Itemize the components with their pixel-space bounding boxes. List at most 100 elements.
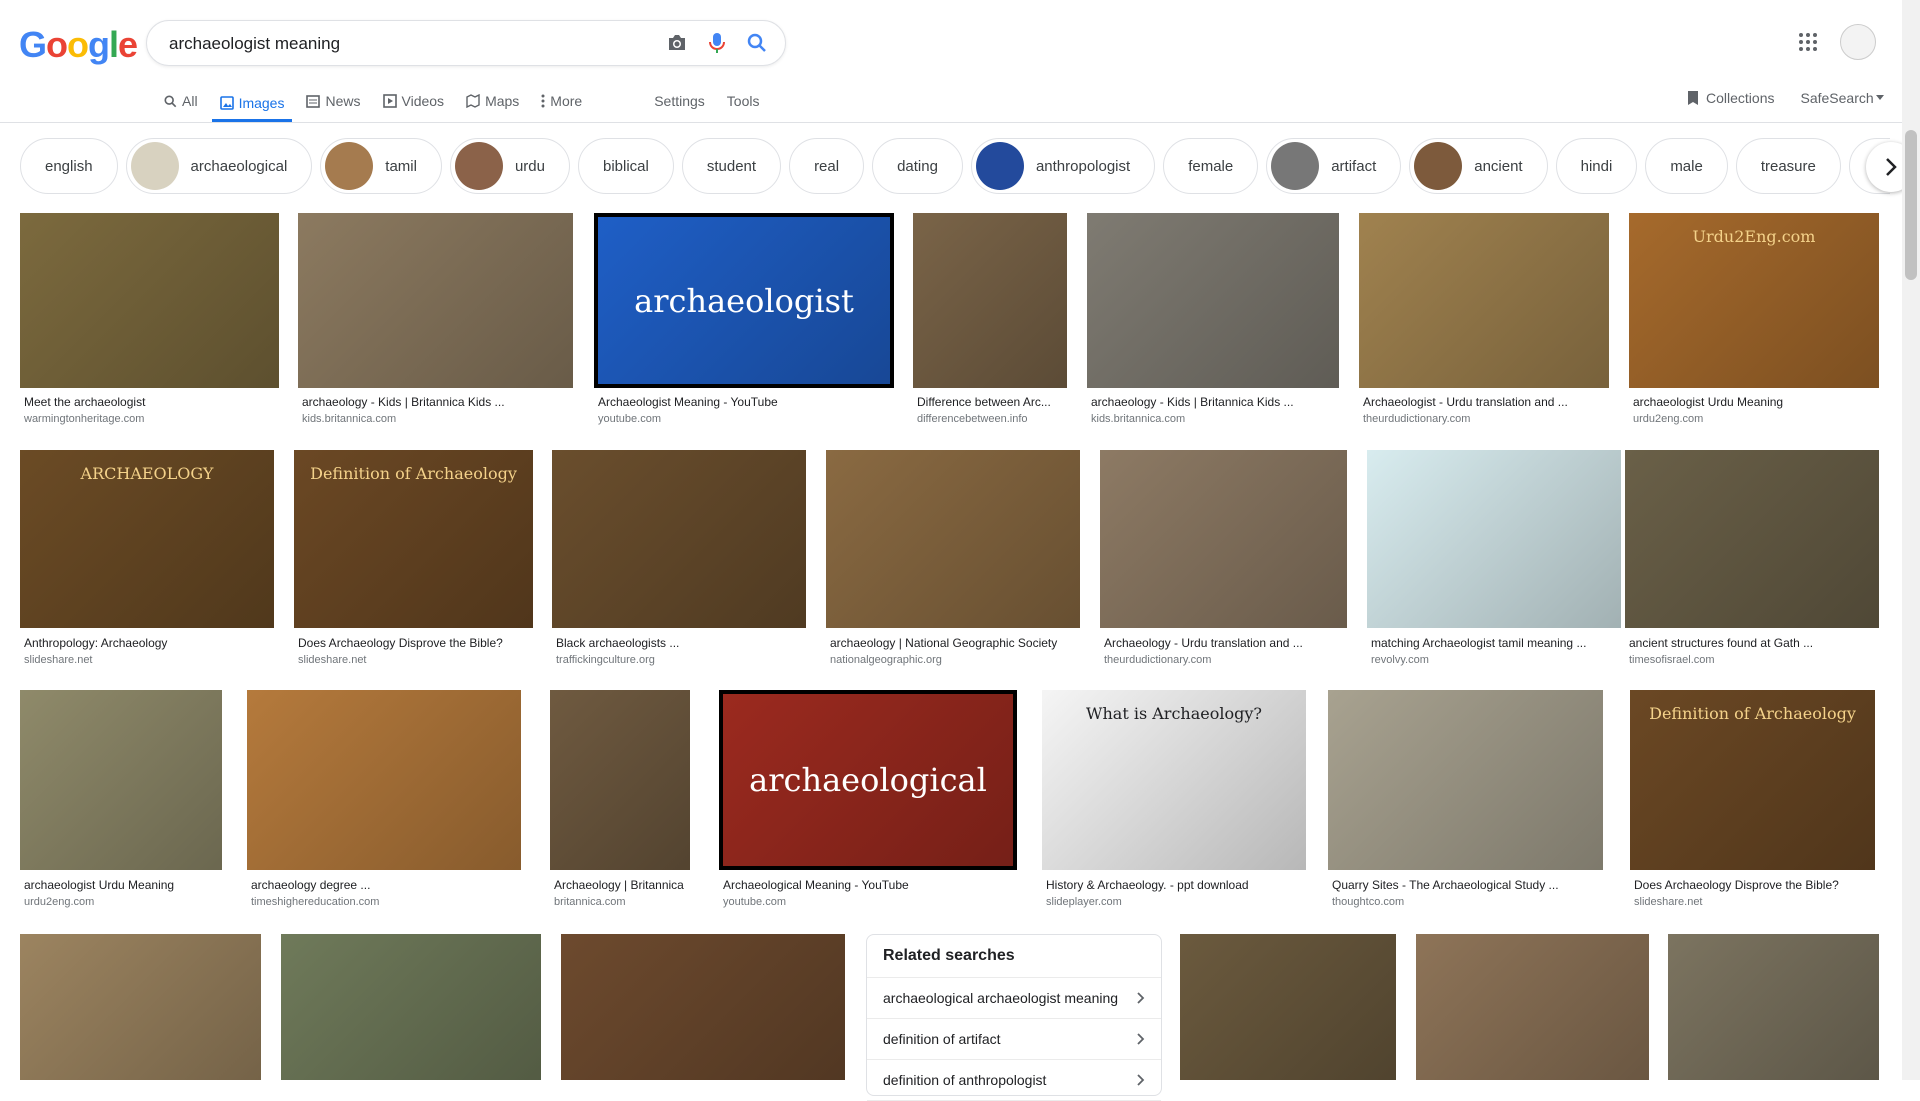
result-thumbnail[interactable]: ARCHAEOLOGY [20,450,274,628]
result-title[interactable]: Archaeology | Britannica [554,878,688,892]
result-source[interactable]: timeshighereducation.com [251,896,379,908]
result-source[interactable]: youtube.com [598,413,661,425]
result-thumbnail[interactable]: archaeological [719,690,1017,870]
image-result[interactable] [561,934,845,1080]
image-result[interactable]: archaeologist Urdu Meaning urdu2eng.com [20,690,222,912]
result-source[interactable]: timesofisrael.com [1629,654,1715,666]
image-result[interactable]: Meet the archaeologist warmingtonheritage… [20,213,279,429]
image-result[interactable]: Definition of Archaeology Does Archaeolog… [1630,690,1875,912]
result-thumbnail[interactable] [1625,450,1879,628]
result-source[interactable]: slideshare.net [1634,896,1703,908]
image-result[interactable]: Quarry Sites - The Archaeological Study … [1328,690,1603,912]
tab-images[interactable]: Images [211,86,293,122]
search-input[interactable] [167,21,631,67]
result-title[interactable]: ancient structures found at Gath ... [1629,636,1877,650]
result-title[interactable]: Archaeologist - Urdu translation and ... [1363,395,1607,409]
chip-real[interactable]: real [789,138,865,194]
result-thumbnail[interactable] [1328,690,1603,870]
result-thumbnail[interactable] [552,450,806,628]
chip-dating[interactable]: dating [872,138,963,194]
result-source[interactable]: slideshare.net [24,654,93,666]
result-thumbnail[interactable] [1668,934,1879,1080]
apps-grid-icon[interactable] [1796,30,1820,54]
result-source[interactable]: theurdudictionary.com [1363,413,1470,425]
image-result[interactable]: archaeology - Kids | Britannica Kids ...… [1087,213,1339,429]
related-search-item[interactable]: archaeological archaeologist meaning [867,978,1161,1019]
chip-anthropologist[interactable]: anthropologist [970,138,1156,194]
result-title[interactable]: archaeologist Urdu Meaning [1633,395,1877,409]
result-title[interactable]: Meet the archaeologist [24,395,277,409]
image-result[interactable]: Definition of Archaeology Does Archaeolog… [294,450,533,670]
result-thumbnail[interactable] [1100,450,1347,628]
result-source[interactable]: slideplayer.com [1046,896,1122,908]
result-thumbnail[interactable] [20,690,222,870]
result-title[interactable]: Does Archaeology Disprove the Bible? [1634,878,1873,892]
result-title[interactable]: Does Archaeology Disprove the Bible? [298,636,531,650]
result-title[interactable]: Archaeologist Meaning - YouTube [598,395,892,409]
chip-english[interactable]: english [20,138,118,194]
related-search-item[interactable]: definition of artifact [867,1019,1161,1060]
tab-settings[interactable]: Settings [654,86,705,116]
tab-all[interactable]: All [164,86,198,116]
tab-tools[interactable]: Tools [727,86,760,116]
avatar[interactable] [1840,24,1876,60]
result-thumbnail[interactable] [1180,934,1396,1080]
result-source[interactable]: traffickingculture.org [556,654,655,666]
microphone-icon[interactable] [705,32,729,54]
related-search-item[interactable]: definition of anthropologist [867,1060,1161,1101]
result-thumbnail[interactable] [826,450,1080,628]
collections-link[interactable]: Collections [1686,90,1774,106]
google-logo[interactable]: Google [19,24,138,66]
result-title[interactable]: History & Archaeology. - ppt download [1046,878,1304,892]
chip-female[interactable]: female [1163,138,1259,194]
image-result[interactable] [1416,934,1649,1080]
result-title[interactable]: Archaeological Meaning - YouTube [723,878,1015,892]
scrollbar-thumb[interactable] [1905,130,1917,280]
result-title[interactable]: archaeology - Kids | Britannica Kids ... [302,395,571,409]
image-result[interactable]: ancient structures found at Gath ... time… [1625,450,1879,670]
result-title[interactable]: archaeology - Kids | Britannica Kids ... [1091,395,1337,409]
image-result[interactable]: What is Archaeology? History & Archaeolog… [1042,690,1306,912]
chip-male[interactable]: male [1645,138,1728,194]
image-result[interactable]: archaeology | National Geographic Societ… [826,450,1080,670]
result-source[interactable]: nationalgeographic.org [830,654,942,666]
image-result[interactable]: ARCHAEOLOGY Anthropology: Archaeology slid… [20,450,274,670]
chip-student[interactable]: student [681,138,782,194]
image-result[interactable]: Black archaeologists ... traffickingcultu… [552,450,806,670]
image-result[interactable]: Archaeology | Britannica britannica.com [550,690,690,912]
result-thumbnail[interactable] [1359,213,1609,388]
result-source[interactable]: differencebetween.info [917,413,1028,425]
chip-treasure[interactable]: treasure [1735,138,1841,194]
result-thumbnail[interactable] [550,690,690,870]
result-title[interactable]: archaeology | National Geographic Societ… [830,636,1078,650]
camera-icon[interactable] [665,32,689,54]
image-result[interactable]: Archaeologist - Urdu translation and ...… [1359,213,1609,429]
result-thumbnail[interactable] [20,213,279,388]
result-thumbnail[interactable]: What is Archaeology? [1042,690,1306,870]
result-thumbnail[interactable] [247,690,521,870]
chip-urdu[interactable]: urdu [449,138,570,194]
result-title[interactable]: Archaeology - Urdu translation and ... [1104,636,1345,650]
result-thumbnail[interactable] [1087,213,1339,388]
chip-artifact[interactable]: artifact [1266,138,1402,194]
tab-more[interactable]: More [541,86,582,116]
result-thumbnail[interactable]: Definition of Archaeology [1630,690,1875,870]
result-thumbnail[interactable]: archaeologist [594,213,894,388]
image-result[interactable] [281,934,541,1080]
result-source[interactable]: youtube.com [723,896,786,908]
tab-videos[interactable]: Videos [382,86,444,116]
result-thumbnail[interactable]: Urdu2Eng.com [1629,213,1879,388]
result-source[interactable]: warmingtonheritage.com [24,413,144,425]
image-result[interactable]: Difference between Arc... differencebetwe… [913,213,1067,429]
safesearch-dropdown[interactable]: SafeSearch [1800,90,1884,106]
result-title[interactable]: Anthropology: Archaeology [24,636,272,650]
result-title[interactable]: archaeology degree ... [251,878,519,892]
result-title[interactable]: archaeologist Urdu Meaning [24,878,220,892]
image-result[interactable]: archaeology degree ... timeshighereducati… [247,690,521,912]
result-thumbnail[interactable] [298,213,573,388]
result-source[interactable]: revolvy.com [1371,654,1429,666]
chip-hindi[interactable]: hindi [1555,138,1638,194]
result-source[interactable]: thoughtco.com [1332,896,1404,908]
image-result[interactable]: archaeologist Archaeologist Meaning - You… [594,213,894,429]
image-result[interactable]: matching Archaeologist tamil meaning ...… [1367,450,1621,670]
